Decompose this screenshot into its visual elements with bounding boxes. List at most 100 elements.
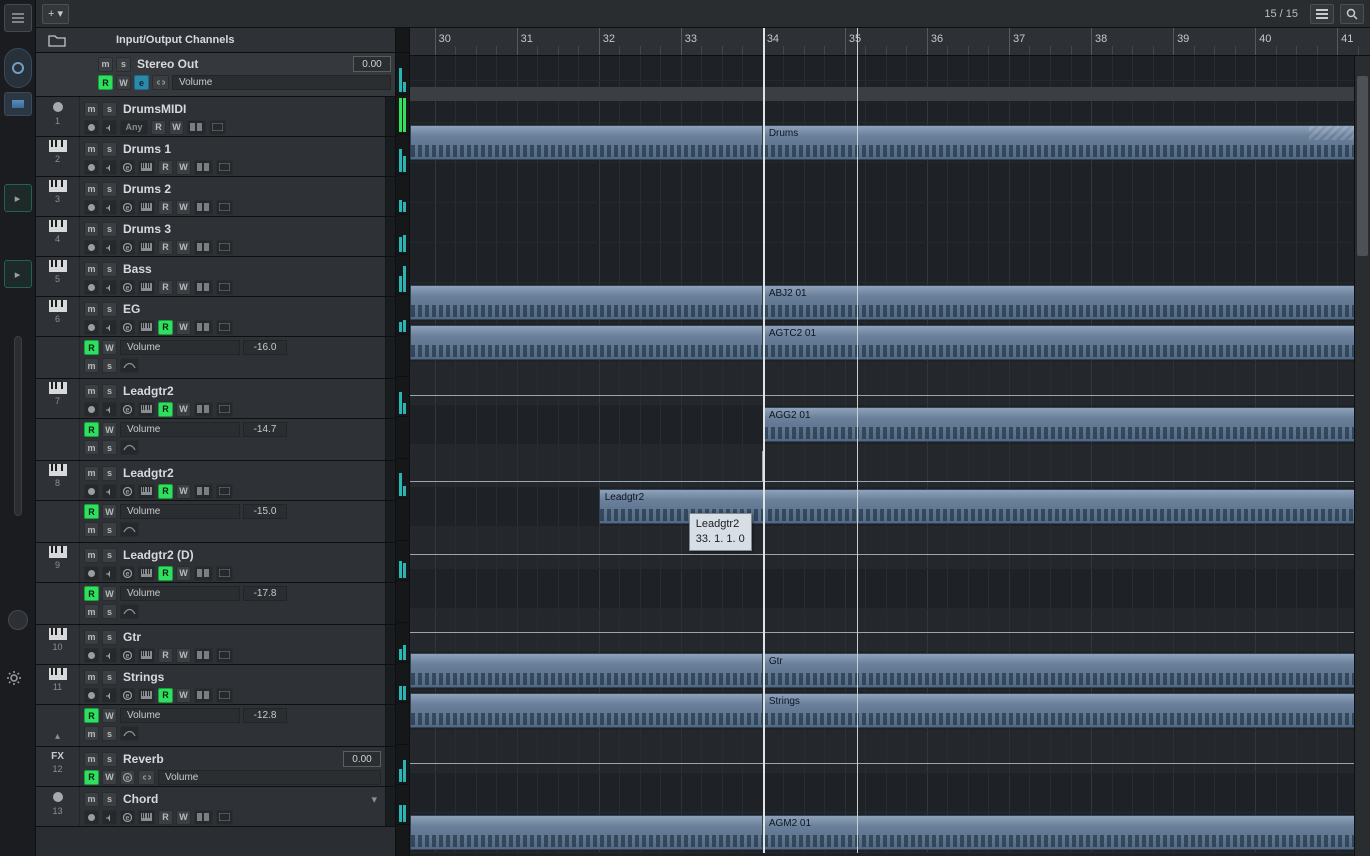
keyboard-icon[interactable]: [138, 280, 155, 295]
lane-button[interactable]: [194, 566, 213, 581]
freeze-icon[interactable]: [216, 160, 233, 175]
track-button[interactable]: R: [151, 120, 166, 135]
record-enable-icon[interactable]: [84, 200, 99, 215]
automation-value[interactable]: -12.8: [243, 708, 287, 723]
track-button[interactable]: m: [84, 142, 99, 157]
track-button[interactable]: s: [102, 102, 117, 117]
track-button[interactable]: s: [102, 604, 117, 619]
track-button[interactable]: W: [176, 648, 191, 663]
master-track[interactable]: msStereo Out0.00RWeVolume: [36, 53, 395, 97]
folder-row[interactable]: Input/Output Channels: [36, 28, 395, 53]
track-row[interactable]: 10msGtreRW: [36, 625, 395, 665]
automation-curve[interactable]: [410, 481, 763, 482]
track-button[interactable]: W: [176, 320, 191, 335]
track-button[interactable]: W: [102, 770, 117, 785]
lane-button[interactable]: [194, 810, 213, 825]
track-button[interactable]: W: [169, 120, 184, 135]
track-button[interactable]: R: [158, 160, 173, 175]
freeze-icon[interactable]: [216, 280, 233, 295]
track-button[interactable]: W: [176, 402, 191, 417]
track-button[interactable]: s: [102, 222, 117, 237]
track-button[interactable]: R: [158, 484, 173, 499]
track-button[interactable]: s: [102, 262, 117, 277]
track-button[interactable]: R: [158, 280, 173, 295]
track-row[interactable]: 6msEGeRW: [36, 297, 395, 337]
record-enable-icon[interactable]: [84, 280, 99, 295]
lane-button[interactable]: [194, 160, 213, 175]
automation-param[interactable]: Volume: [120, 586, 240, 601]
automation-mode-icon[interactable]: [120, 604, 139, 619]
track-button[interactable]: W: [176, 484, 191, 499]
palette-icon[interactable]: [4, 92, 32, 116]
track-button[interactable]: R: [84, 586, 99, 601]
edit-icon[interactable]: e: [120, 160, 135, 175]
track-button[interactable]: W: [176, 240, 191, 255]
track-button[interactable]: W: [176, 688, 191, 703]
edit-icon[interactable]: e: [120, 402, 135, 417]
freeze-icon[interactable]: [216, 402, 233, 417]
arrangement-area[interactable]: 303132333435363738394041 DrumsABJ2 01AGT…: [410, 28, 1370, 856]
automation-curve[interactable]: [410, 632, 1370, 633]
link-icon[interactable]: [138, 770, 155, 785]
track-button[interactable]: R: [158, 200, 173, 215]
track-button[interactable]: W: [176, 810, 191, 825]
keyboard-icon[interactable]: [138, 200, 155, 215]
vertical-scrollbar[interactable]: [1354, 56, 1370, 856]
track-button[interactable]: m: [84, 262, 99, 277]
edit-icon[interactable]: e: [120, 280, 135, 295]
edit-icon[interactable]: e: [120, 200, 135, 215]
automation-value[interactable]: -17.8: [243, 586, 287, 601]
midi-clip[interactable]: AGM2 01: [763, 815, 1370, 850]
freeze-icon[interactable]: [216, 200, 233, 215]
monitor-icon[interactable]: [102, 810, 117, 825]
track-button[interactable]: W: [102, 586, 117, 601]
record-enable-icon[interactable]: [84, 320, 99, 335]
midi-clip[interactable]: [410, 815, 763, 850]
track-button[interactable]: s: [102, 752, 117, 767]
add-track-button[interactable]: +▾: [42, 4, 69, 24]
track-button[interactable]: m: [84, 384, 99, 399]
track-button[interactable]: m: [84, 102, 99, 117]
monitor-icon[interactable]: [102, 566, 117, 581]
zone-strip[interactable]: [14, 336, 22, 516]
track-button[interactable]: R: [84, 504, 99, 519]
tool-icon[interactable]: [4, 48, 32, 88]
monitor-icon[interactable]: [102, 484, 117, 499]
track-button[interactable]: R: [158, 240, 173, 255]
record-enable-icon[interactable]: [84, 566, 99, 581]
record-enable-icon[interactable]: [84, 240, 99, 255]
automation-value[interactable]: -16.0: [243, 340, 287, 355]
keyboard-icon[interactable]: [138, 484, 155, 499]
monitor-icon[interactable]: [102, 160, 117, 175]
track-button[interactable]: R: [158, 320, 173, 335]
timeline-ruler[interactable]: 303132333435363738394041: [410, 28, 1370, 56]
scrollbar-thumb[interactable]: [1357, 76, 1368, 256]
track-row[interactable]: 13msChord▾eRW: [36, 787, 395, 827]
track-button[interactable]: s: [102, 726, 117, 741]
track-button[interactable]: s: [102, 670, 117, 685]
keyboard-icon[interactable]: [138, 240, 155, 255]
track-button[interactable]: m: [84, 358, 99, 373]
any-button[interactable]: Any: [120, 120, 148, 135]
automation-param[interactable]: Volume: [120, 504, 240, 519]
track-button[interactable]: R: [158, 810, 173, 825]
track-button[interactable]: R: [84, 422, 99, 437]
automation-mode-icon[interactable]: [120, 726, 139, 741]
automation-mode-icon[interactable]: [120, 440, 139, 455]
automation-param[interactable]: Volume: [158, 770, 381, 785]
freeze-icon[interactable]: [216, 648, 233, 663]
record-enable-icon[interactable]: [84, 160, 99, 175]
track-filter-button[interactable]: [1310, 4, 1334, 24]
edit-icon[interactable]: e: [120, 240, 135, 255]
midi-clip[interactable]: [410, 653, 763, 688]
automation-row[interactable]: RWVolume-17.8 ms: [36, 583, 395, 625]
record-enable-icon[interactable]: [84, 810, 99, 825]
side-tab-icon[interactable]: ▸: [4, 184, 32, 212]
monitor-icon[interactable]: [102, 120, 117, 135]
edit-icon[interactable]: e: [120, 320, 135, 335]
track-button[interactable]: m: [84, 604, 99, 619]
menu-icon[interactable]: [4, 4, 32, 32]
lane-button[interactable]: [194, 402, 213, 417]
track-row[interactable]: 8msLeadgtr2eRW: [36, 461, 395, 501]
track-row[interactable]: 5msBasseRW: [36, 257, 395, 297]
